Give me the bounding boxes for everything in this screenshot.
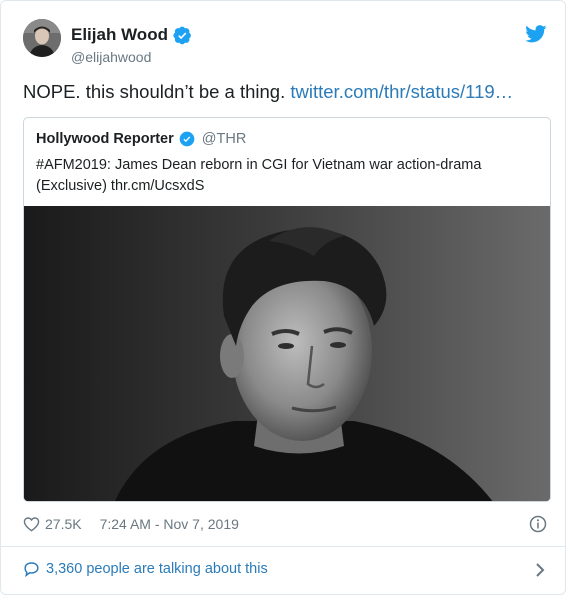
verified-badge-icon [173, 26, 191, 44]
tweet-link[interactable]: twitter.com/thr/status/119… [290, 81, 513, 102]
author-avatar[interactable] [23, 19, 61, 57]
heart-icon[interactable] [23, 516, 40, 532]
divider [1, 546, 565, 547]
quoted-handle[interactable]: @THR [202, 131, 247, 147]
quoted-text: #AFM2019: James Dean reborn in CGI for V… [36, 157, 482, 194]
chevron-right-icon[interactable] [535, 562, 545, 578]
embedded-tweet-card: Elijah Wood @elijahwood NOPE. this shoul… [0, 0, 566, 595]
tweet-body: NOPE. this shouldn’t be a thing. [23, 81, 286, 102]
author-display-name[interactable]: Elijah Wood [71, 25, 168, 45]
quoted-photo[interactable] [24, 206, 550, 501]
speech-bubble-icon [24, 562, 39, 577]
author-name-row: Elijah Wood [71, 25, 192, 45]
author-handle[interactable]: @elijahwood [71, 49, 151, 65]
tweet-actions: 27.5K 7:24 AM - Nov 7, 2019 [23, 516, 239, 532]
tweet-text: NOPE. this shouldn’t be a thing. twitter… [23, 81, 513, 103]
twitter-bird-icon[interactable] [525, 25, 547, 43]
quoted-display-name[interactable]: Hollywood Reporter [36, 131, 174, 147]
portrait-photo [24, 206, 550, 501]
verified-badge-icon [179, 131, 195, 147]
conversation-link[interactable]: 3,360 people are talking about this [23, 561, 268, 577]
conversation-label: 3,360 people are talking about this [46, 561, 268, 577]
quoted-tweet-header: Hollywood Reporter @THR [36, 131, 246, 147]
info-icon[interactable] [529, 515, 547, 533]
avatar-photo [23, 19, 61, 57]
tweet-timestamp[interactable]: 7:24 AM - Nov 7, 2019 [100, 516, 239, 532]
quoted-tweet[interactable]: Hollywood Reporter @THR #AFM2019: James … [23, 117, 551, 502]
like-count[interactable]: 27.5K [45, 516, 82, 532]
